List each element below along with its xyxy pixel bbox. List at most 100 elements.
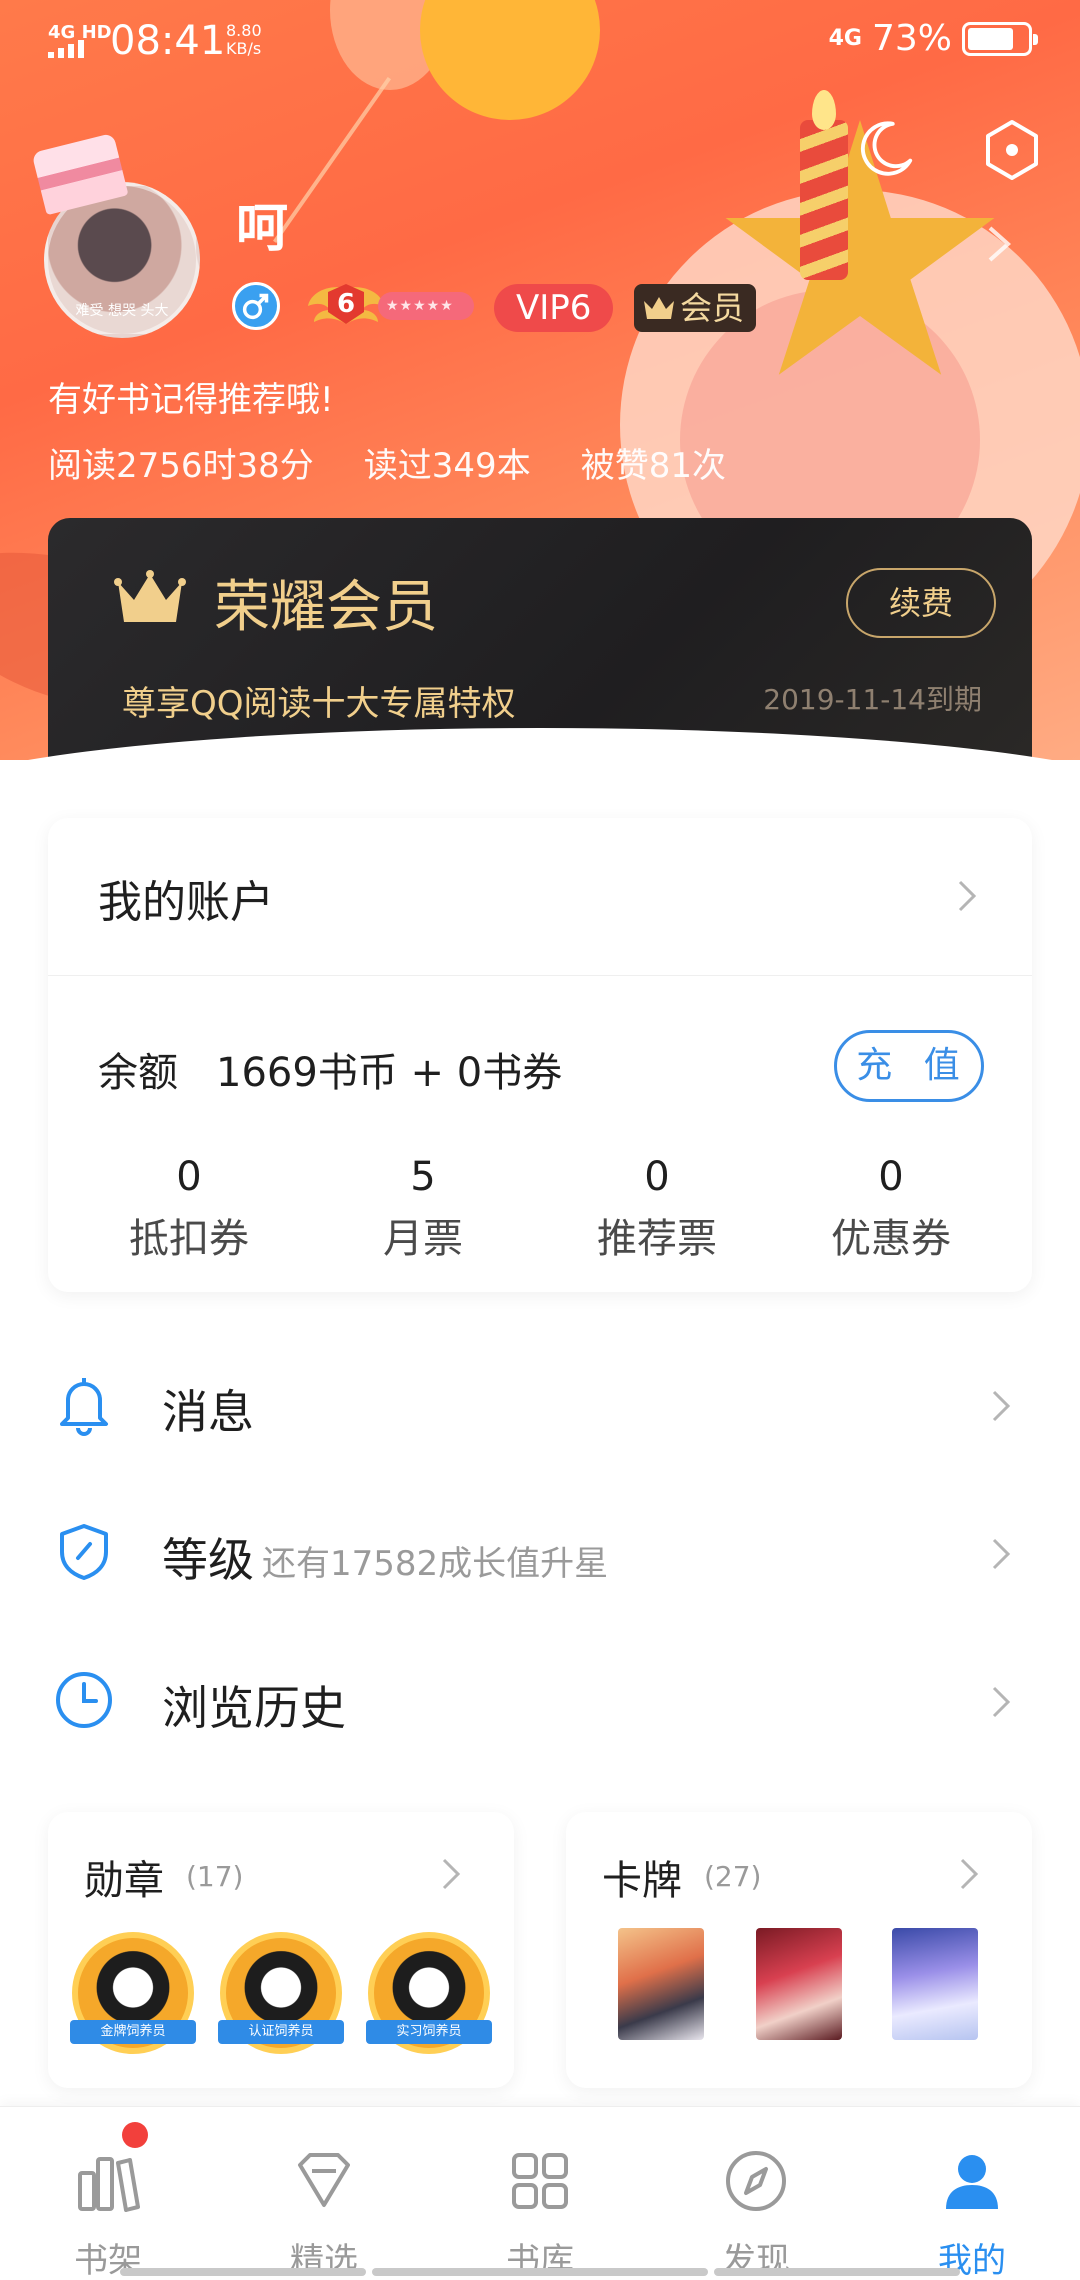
vip-card-title: 荣耀会员: [214, 575, 438, 640]
menu-label: 消息: [162, 1385, 254, 1439]
flame-illustration: [812, 90, 836, 130]
card-thumbnail[interactable]: [618, 1928, 704, 2040]
user-icon: [946, 2155, 998, 2209]
balloon-string: [273, 76, 391, 244]
medals-title: 勋章: [84, 1858, 164, 1904]
vip-expire-date: 2019-11-14到期: [763, 683, 982, 716]
balance-row: 余额 1669书币 + 0书券: [98, 1040, 562, 1098]
level-stars: ★★★★★: [378, 292, 474, 320]
level-badge[interactable]: 6 ★★★★★: [306, 282, 474, 330]
medal-label: 金牌饲养员: [70, 2020, 196, 2044]
bottom-tab-bar: 书架 精选 书库 发现 我的: [0, 2106, 1080, 2280]
medals-count: (17): [186, 1860, 244, 1893]
notification-dot: [122, 2122, 148, 2148]
ticket-list: 0 抵扣券 5 月票 0 推荐票 0 优惠券: [48, 1154, 1032, 1264]
shield-icon: [60, 1524, 108, 1580]
grid-icon: [512, 2153, 568, 2209]
member-label: 会员: [680, 289, 745, 327]
ticket-label: 优惠券: [831, 1216, 951, 1262]
cards-card[interactable]: 卡牌 (27): [566, 1812, 1032, 2088]
medals-card[interactable]: 勋章 (17) 金牌饲养员 认证饲养员 实习饲养员: [48, 1812, 514, 2088]
chevron-right-icon: [442, 1858, 461, 1890]
settings-icon[interactable]: [980, 118, 1044, 182]
clock-icon: [56, 1672, 112, 1728]
medal-penguin-icon[interactable]: 认证饲养员: [218, 1932, 344, 2054]
profile-motto: 有好书记得推荐哦!: [48, 380, 334, 420]
menu-label: 浏览历史: [162, 1681, 346, 1735]
medal-label: 实习饲养员: [366, 2020, 492, 2044]
cards-title: 卡牌: [602, 1858, 682, 1904]
ticket-monthly[interactable]: 5 月票: [306, 1154, 540, 1264]
member-badge[interactable]: 会员: [634, 284, 757, 332]
tab-discover[interactable]: 发现: [686, 2143, 826, 2280]
ticket-count: 0: [878, 1154, 904, 1200]
reading-stats: 阅读2756时38分 读过349本 被赞81次: [48, 438, 726, 487]
account-header[interactable]: 我的账户: [48, 818, 1032, 976]
net-speed-value: 8.80: [226, 21, 262, 40]
medal-penguin-icon[interactable]: 金牌饲养员: [70, 1932, 196, 2054]
card-thumbnail[interactable]: [756, 1928, 842, 2040]
avatar-caption: 难受 想哭 头大: [75, 303, 169, 319]
gesture-bar: [714, 2268, 960, 2276]
renew-button[interactable]: 续费: [846, 568, 996, 638]
account-card: 我的账户 余额 1669书币 + 0书券 充 值 0 抵扣券 5 月票 0 推荐…: [48, 818, 1032, 1292]
male-gender-icon: [232, 282, 280, 330]
menu-item-history[interactable]: 浏览历史: [0, 1640, 1080, 1760]
ticket-count: 0: [644, 1154, 670, 1200]
tab-library[interactable]: 书库: [470, 2143, 610, 2280]
balance-value: 1669书币 + 0书券: [216, 1050, 563, 1096]
vip-membership-card[interactable]: 荣耀会员 续费 尊享QQ阅读十大专属特权 2019-11-14到期: [48, 518, 1032, 758]
net-speed: 8.80 KB/s: [226, 22, 262, 58]
ticket-count: 0: [176, 1154, 202, 1200]
account-title: 我的账户: [98, 877, 274, 928]
diamond-icon: [298, 2153, 350, 2207]
medal-penguin-icon[interactable]: 实习饲养员: [366, 1932, 492, 2054]
status-right: 4G 73%: [828, 18, 1038, 59]
likes-count: 被赞81次: [580, 446, 726, 486]
ticket-label: 推荐票: [597, 1216, 717, 1262]
status-bar: 4G HD 08:41 8.80 KB/s 4G 73%: [0, 0, 1080, 80]
reading-time: 阅读2756时38分: [48, 446, 314, 486]
chevron-right-icon: [960, 1858, 979, 1890]
medal-label: 认证饲养员: [218, 2020, 344, 2044]
username[interactable]: 呵: [236, 186, 288, 261]
net-speed-unit: KB/s: [226, 39, 262, 58]
chevron-right-icon[interactable]: [984, 224, 1014, 264]
ticket-deduction[interactable]: 0 抵扣券: [72, 1154, 306, 1264]
crown-icon: [644, 297, 674, 319]
clock: 08:41: [110, 18, 226, 64]
bookshelf-icon: [78, 2157, 140, 2212]
gesture-bar: [372, 2268, 708, 2276]
tab-mine[interactable]: 我的: [902, 2143, 1042, 2280]
ticket-label: 月票: [383, 1216, 463, 1262]
network-type: 4G: [828, 26, 862, 51]
ticket-label: 抵扣券: [129, 1216, 249, 1262]
tab-bookshelf[interactable]: 书架: [38, 2143, 178, 2280]
books-read: 读过349本: [363, 446, 531, 486]
chevron-right-icon: [958, 880, 977, 912]
vip-badge[interactable]: VIP6: [494, 284, 614, 332]
tab-featured[interactable]: 精选: [254, 2143, 394, 2280]
menu-label: 等级: [162, 1533, 254, 1587]
card-thumbnail[interactable]: [892, 1928, 978, 2040]
ticket-coupon[interactable]: 0 优惠券: [774, 1154, 1008, 1264]
signal-icon: [48, 40, 84, 58]
chevron-right-icon: [992, 1686, 1011, 1718]
balance-label: 余额: [98, 1050, 178, 1096]
menu-item-level[interactable]: 等级 还有17582成长值升星: [0, 1492, 1080, 1612]
ticket-count: 5: [410, 1154, 436, 1200]
crown-icon: [114, 570, 186, 622]
bell-icon: [60, 1378, 108, 1436]
vip-card-subtitle: 尊享QQ阅读十大专属特权: [122, 684, 516, 724]
battery-percent: 73%: [871, 18, 952, 59]
chevron-right-icon: [992, 1390, 1011, 1422]
ticket-recommend[interactable]: 0 推荐票: [540, 1154, 774, 1264]
profile-header: 4G HD 08:41 8.80 KB/s 4G 73% 难受 想哭 头大 呵: [0, 0, 1080, 760]
gesture-bar: [120, 2268, 366, 2276]
menu-item-messages[interactable]: 消息: [0, 1344, 1080, 1464]
night-mode-icon[interactable]: [854, 118, 916, 180]
candle-illustration: [800, 120, 848, 280]
battery-icon: [962, 21, 1038, 56]
level-hint: 还有17582成长值升星: [262, 1544, 609, 1584]
recharge-button[interactable]: 充 值: [834, 1030, 984, 1102]
